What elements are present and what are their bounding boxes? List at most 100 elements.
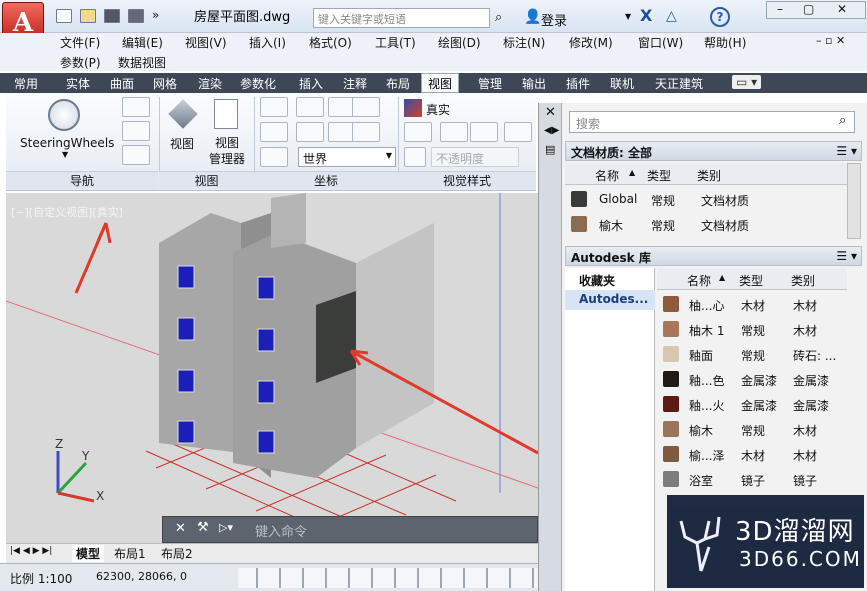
ucs-origin-icon[interactable]: [352, 97, 380, 117]
steering-wheels-icon[interactable]: [48, 99, 80, 131]
close-window-button[interactable]: ✕: [837, 2, 847, 16]
ucs-previous-icon[interactable]: [296, 122, 324, 142]
ucs-z-icon[interactable]: [352, 122, 380, 142]
table-row[interactable]: 釉面 常规 砖石: ...: [657, 342, 847, 367]
doc-window-controls[interactable]: – ▫ ✕: [816, 34, 845, 47]
ucs-world-icon[interactable]: [296, 97, 324, 117]
tab-tangent[interactable]: 天正建筑: [655, 75, 703, 92]
table-row[interactable]: 榆...泽 木材 木材: [657, 442, 847, 467]
zoom-icon[interactable]: [122, 145, 150, 165]
tab-insert[interactable]: 插入: [299, 75, 323, 92]
open-file-icon[interactable]: [80, 9, 96, 23]
table-row[interactable]: 釉...火 金属漆 金属漆: [657, 392, 847, 417]
table-row[interactable]: 柚木 1 常规 木材: [657, 317, 847, 342]
menu-modify[interactable]: 修改(M): [569, 34, 613, 51]
close-icon[interactable]: ✕: [175, 521, 186, 536]
menu-dimension[interactable]: 标注(N): [503, 34, 545, 51]
list-view-icon[interactable]: ☰ ▾: [836, 144, 857, 158]
edge-effects-icon[interactable]: [404, 122, 432, 142]
search-icon[interactable]: ⌕: [839, 113, 846, 128]
materials-icon[interactable]: [470, 122, 498, 142]
wrench-icon[interactable]: ⚒: [197, 520, 209, 535]
table-row[interactable]: 釉...色 金属漆 金属漆: [657, 367, 847, 392]
menu-tools[interactable]: 工具(T): [375, 34, 416, 51]
visual-style-name[interactable]: 真实: [426, 101, 450, 118]
col-category[interactable]: 类别: [697, 167, 721, 184]
tab-model[interactable]: 模型: [72, 545, 105, 562]
chevron-down-icon[interactable]: ▼: [62, 150, 68, 159]
palette-properties-icon[interactable]: ▤: [545, 143, 555, 156]
annotation-scale[interactable]: 比例 1:100: [10, 570, 72, 587]
tree-favorites[interactable]: 收藏夹: [579, 272, 615, 289]
menu-view[interactable]: 视图(V): [185, 34, 227, 51]
help-search-input[interactable]: 键入关键字或短语: [313, 8, 490, 28]
save-as-icon[interactable]: [128, 9, 144, 23]
xray-icon[interactable]: [404, 147, 426, 167]
menu-window[interactable]: 窗口(W): [638, 34, 683, 51]
col-category[interactable]: 类别: [791, 272, 815, 289]
tab-output[interactable]: 输出: [522, 75, 546, 92]
visual-style-icon[interactable]: [404, 99, 422, 117]
tab-surface[interactable]: 曲面: [110, 75, 134, 92]
lighting-icon[interactable]: [504, 122, 532, 142]
tab-layout1[interactable]: 布局1: [114, 545, 146, 562]
col-type[interactable]: 类型: [739, 272, 763, 289]
list-view-icon[interactable]: ☰ ▾: [836, 249, 857, 263]
opacity-input[interactable]: 不透明度: [431, 147, 519, 167]
ucs-named-icon[interactable]: [260, 122, 288, 142]
autohide-icon[interactable]: ◀▶: [544, 125, 559, 136]
save-icon[interactable]: [104, 9, 120, 23]
col-type[interactable]: 类型: [647, 167, 671, 184]
tab-render[interactable]: 渲染: [198, 75, 222, 92]
tab-mesh[interactable]: 网格: [153, 75, 177, 92]
table-row[interactable]: 柚...心 木材 木材: [657, 292, 847, 317]
tab-solid[interactable]: 实体: [66, 75, 90, 92]
menu-edit[interactable]: 编辑(E): [122, 34, 163, 51]
help-button[interactable]: ?: [710, 7, 730, 27]
shadows-icon[interactable]: [440, 122, 468, 142]
minimize-button[interactable]: –: [777, 2, 783, 16]
view-button[interactable]: 视图: [170, 135, 194, 152]
command-prompt-icon[interactable]: ▷▾: [219, 521, 233, 534]
table-row[interactable]: 榆木 常规 文档材质: [565, 212, 847, 237]
menu-draw[interactable]: 绘图(D): [438, 34, 481, 51]
material-search-input[interactable]: 搜索: [569, 111, 855, 133]
steering-wheels-label[interactable]: SteeringWheels: [20, 136, 114, 150]
ucs-view-icon[interactable]: [260, 147, 288, 167]
menu-help[interactable]: 帮助(H): [704, 34, 746, 51]
command-input[interactable]: 键入命令: [255, 521, 307, 540]
orbit-icon[interactable]: [122, 121, 150, 141]
tab-view[interactable]: 视图: [421, 73, 460, 93]
menu-format[interactable]: 格式(O): [309, 34, 352, 51]
tab-plugins[interactable]: 插件: [566, 75, 590, 92]
a360-icon[interactable]: △: [666, 8, 677, 24]
close-icon[interactable]: ✕: [545, 105, 556, 120]
table-row[interactable]: 浴室 镜子 镜子: [657, 467, 847, 492]
user-icon[interactable]: 👤: [524, 9, 541, 25]
view-manager-button[interactable]: 视图 管理器: [209, 135, 245, 167]
col-name[interactable]: 名称: [595, 167, 619, 184]
col-name[interactable]: 名称: [687, 272, 711, 289]
doc-scrollbar[interactable]: [847, 163, 861, 239]
menu-parametric[interactable]: 参数(P): [60, 54, 101, 71]
tab-home[interactable]: 常用: [14, 75, 38, 92]
tab-layout[interactable]: 布局: [386, 75, 410, 92]
login-link[interactable]: 登录: [541, 10, 567, 29]
tab-manage[interactable]: 管理: [478, 75, 502, 92]
maximize-button[interactable]: ▢: [803, 2, 814, 16]
ucs-world-select[interactable]: 世界 ▼: [298, 147, 396, 167]
drawing-viewport[interactable]: [−][自定义视图][真实] Z Y X: [6, 193, 538, 543]
menu-file[interactable]: 文件(F): [60, 34, 100, 51]
tree-autodesk[interactable]: Autodes...: [565, 290, 655, 310]
ucs-icon[interactable]: [260, 97, 288, 117]
tab-online[interactable]: 联机: [610, 75, 634, 92]
menu-insert[interactable]: 插入(I): [249, 34, 286, 51]
menu-dataview[interactable]: 数据视图: [118, 54, 166, 71]
tab-parametric[interactable]: 参数化: [240, 75, 276, 92]
exchange-icon[interactable]: X: [640, 6, 652, 25]
login-dropdown-icon[interactable]: ▼: [625, 12, 631, 21]
more-qa-icon[interactable]: »: [152, 8, 159, 22]
binoculars-icon[interactable]: ⌕: [495, 10, 502, 25]
tab-layout2[interactable]: 布局2: [161, 545, 193, 562]
table-row[interactable]: Global 常规 文档材质: [565, 187, 847, 212]
